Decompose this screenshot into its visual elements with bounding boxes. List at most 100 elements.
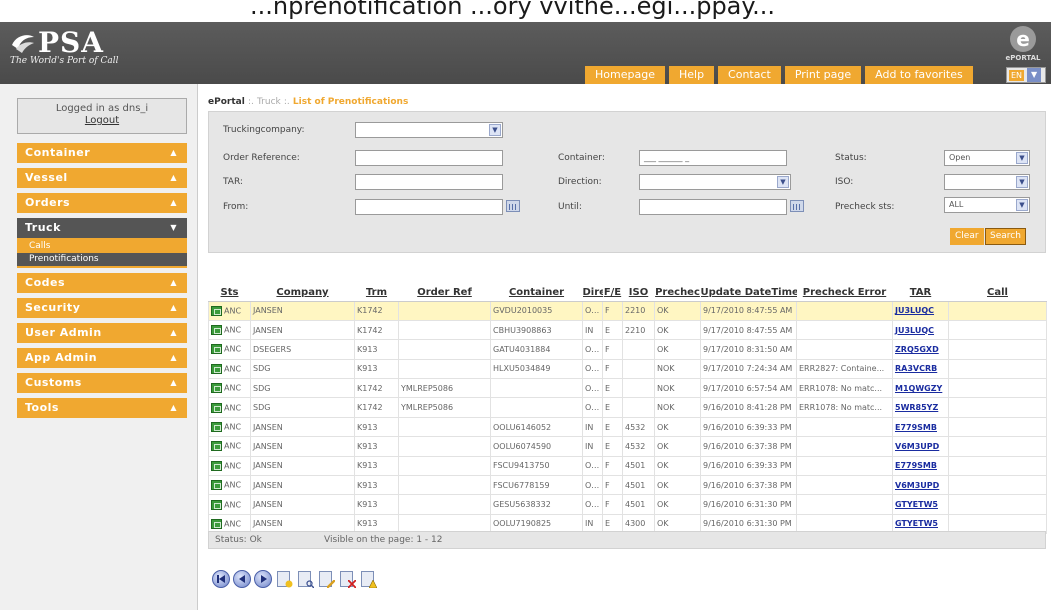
container-input[interactable]: ___ ______ _ bbox=[639, 150, 787, 166]
table-cell: 4532 bbox=[622, 416, 655, 438]
table-cell[interactable]: E779SMB bbox=[892, 416, 949, 438]
table-cell bbox=[948, 300, 1047, 321]
precheck-status-select[interactable]: ALL ▼ bbox=[944, 197, 1030, 213]
column-header-f-e[interactable]: F/E bbox=[602, 284, 623, 302]
sidebar-item-container[interactable]: Container ▲ bbox=[17, 143, 187, 163]
sidebar-item-app-admin[interactable]: App Admin ▲ bbox=[17, 348, 187, 368]
order-reference-input[interactable] bbox=[355, 150, 503, 166]
column-header-precheck-error[interactable]: Precheck Error bbox=[796, 284, 893, 302]
first-page-icon[interactable] bbox=[212, 570, 230, 588]
column-header-company[interactable]: Company bbox=[250, 284, 355, 302]
tar-label: TAR: bbox=[223, 177, 243, 187]
sidebar-item-user-admin[interactable]: User Admin ▲ bbox=[17, 323, 187, 343]
table-cell: F bbox=[602, 300, 623, 321]
submenu-item-calls[interactable]: Calls bbox=[17, 240, 187, 253]
warning-record-icon[interactable] bbox=[359, 570, 377, 588]
sidebar-item-truck[interactable]: Truck ▼ bbox=[17, 218, 187, 238]
table-cell[interactable]: JU3LUQC bbox=[892, 319, 949, 341]
logout-link[interactable]: Logout bbox=[18, 115, 186, 126]
table-row[interactable]: ANC JANSEN K913 FSCU9413750 OUT F 4501 OK 9/16/2… bbox=[208, 455, 1047, 477]
column-header-dire[interactable]: Dire bbox=[582, 284, 603, 302]
table-cell: E bbox=[602, 416, 623, 438]
table-row[interactable]: ANC JANSEN K1742 GVDU2010035 OUT F 2210 OK 9/17/… bbox=[208, 300, 1047, 321]
tar-input[interactable] bbox=[355, 174, 503, 190]
table-cell[interactable]: M1QWGZY bbox=[892, 378, 949, 399]
column-header-sts[interactable]: Sts bbox=[208, 284, 251, 302]
table-row[interactable]: ANC SDG K1742 YMLREP5086 OUT E NOK 9/16/2010 8:… bbox=[208, 397, 1047, 418]
from-date-input[interactable] bbox=[355, 199, 503, 215]
table-cell[interactable]: JU3LUQC bbox=[892, 300, 949, 321]
table-cell: 9/16/2010 6:37:38 PM bbox=[700, 475, 797, 496]
nav-help[interactable]: Help bbox=[668, 66, 715, 84]
table-cell: NOK bbox=[654, 397, 701, 418]
view-record-icon[interactable] bbox=[296, 570, 314, 588]
sidebar-item-codes[interactable]: Codes ▲ bbox=[17, 273, 187, 293]
status-code: ANC bbox=[224, 325, 242, 335]
column-header-call[interactable]: Call bbox=[948, 284, 1047, 302]
table-row[interactable]: ANC JANSEN K1742 CBHU3908863 IN E 2210 OK 9/17/2… bbox=[208, 319, 1047, 341]
column-header-order-ref[interactable]: Order Ref bbox=[398, 284, 491, 302]
previous-page-icon[interactable] bbox=[233, 570, 251, 588]
table-cell[interactable]: E779SMB bbox=[892, 455, 949, 477]
submenu-item-prenotifications[interactable]: Prenotifications bbox=[17, 253, 187, 266]
header: PSA The World's Port of Call e ePORTAL H… bbox=[0, 22, 1051, 84]
table-cell: 9/17/2010 8:47:55 AM bbox=[700, 300, 797, 321]
table-cell[interactable]: ZRQ5GXD bbox=[892, 339, 949, 360]
table-cell bbox=[948, 494, 1047, 515]
table-row[interactable]: ANC JANSEN K913 OOLU6146052 IN E 4532 OK 9/16/20… bbox=[208, 416, 1047, 438]
filter-panel: Truckingcompany: ▼ Order Reference: Cont… bbox=[208, 111, 1046, 253]
psa-logo[interactable]: PSA The World's Port of Call bbox=[10, 26, 118, 66]
column-header-container[interactable]: Container bbox=[490, 284, 583, 302]
table-cell[interactable]: RA3VCRB bbox=[892, 358, 949, 380]
precheck-status-label: Precheck sts: bbox=[835, 202, 895, 212]
login-box: Logged in as dns_i Logout bbox=[17, 98, 187, 134]
truckingcompany-select[interactable]: ▼ bbox=[355, 122, 503, 138]
table-row[interactable]: ANC JANSEN K913 FSCU6778159 OUT F 4501 OK 9/16/2… bbox=[208, 475, 1047, 496]
warning-triangle-icon bbox=[369, 580, 377, 588]
calendar-icon[interactable] bbox=[506, 200, 520, 212]
status-label: Status: bbox=[835, 153, 867, 163]
table-cell[interactable]: GTYETW5 bbox=[892, 494, 949, 515]
column-header-update-datetime[interactable]: Update DateTime bbox=[700, 284, 797, 302]
sidebar-item-tools[interactable]: Tools ▲ bbox=[17, 398, 187, 418]
nav-add-to-favorites[interactable]: Add to favorites bbox=[865, 66, 973, 84]
logged-in-label: Logged in as dns_i bbox=[55, 103, 149, 114]
table-cell: ANC bbox=[208, 475, 251, 496]
sidebar-item-label: Truck bbox=[25, 221, 61, 234]
delete-record-icon[interactable] bbox=[338, 570, 356, 588]
clear-button[interactable]: Clear bbox=[950, 228, 984, 245]
status-text: Status: Ok bbox=[215, 535, 262, 545]
table-cell[interactable]: V6M3UPD bbox=[892, 475, 949, 496]
sidebar-item-orders[interactable]: Orders ▲ bbox=[17, 193, 187, 213]
column-header-trm[interactable]: Trm bbox=[354, 284, 399, 302]
language-select[interactable]: EN ▼ bbox=[1006, 67, 1046, 83]
table-row[interactable]: ANC DSEGERS K913 GATU4031884 OUT F OK 9/17/2010… bbox=[208, 339, 1047, 360]
table-row[interactable]: ANC SDG K913 HLXU5034849 OUT F NOK 9/17/2010 7:… bbox=[208, 358, 1047, 380]
search-button[interactable]: Search bbox=[985, 228, 1026, 245]
table-cell[interactable]: 5WR85YZ bbox=[892, 397, 949, 418]
direction-select[interactable]: ▼ bbox=[639, 174, 791, 190]
table-row[interactable]: ANC SDG K1742 YMLREP5086 OUT E NOK 9/17/2010 6:… bbox=[208, 378, 1047, 399]
iso-select[interactable]: ▼ bbox=[944, 174, 1030, 190]
table-cell bbox=[622, 358, 655, 380]
table-cell[interactable]: V6M3UPD bbox=[892, 436, 949, 457]
table-row[interactable]: ANC JANSEN K913 OOLU6074590 IN E 4532 OK 9/16/20… bbox=[208, 436, 1047, 457]
sidebar-item-security[interactable]: Security ▲ bbox=[17, 298, 187, 318]
breadcrumb-root[interactable]: ePortal bbox=[208, 97, 245, 107]
column-header-prechec[interactable]: Prechec bbox=[654, 284, 701, 302]
breadcrumb-truck[interactable]: Truck bbox=[257, 97, 281, 107]
until-date-input[interactable] bbox=[639, 199, 787, 215]
nav-contact[interactable]: Contact bbox=[718, 66, 781, 84]
next-page-icon[interactable] bbox=[254, 570, 272, 588]
sidebar-item-vessel[interactable]: Vessel ▲ bbox=[17, 168, 187, 188]
column-header-tar[interactable]: TAR bbox=[892, 284, 949, 302]
calendar-icon[interactable] bbox=[790, 200, 804, 212]
column-header-iso[interactable]: ISO bbox=[622, 284, 655, 302]
edit-record-icon[interactable] bbox=[317, 570, 335, 588]
table-row[interactable]: ANC JANSEN K913 GESU5638332 OUT F 4501 OK 9/16/2… bbox=[208, 494, 1047, 515]
nav-print-page[interactable]: Print page bbox=[784, 66, 862, 84]
new-record-icon[interactable] bbox=[275, 570, 293, 588]
status-select[interactable]: Open ▼ bbox=[944, 150, 1030, 166]
sidebar-item-customs[interactable]: Customs ▲ bbox=[17, 373, 187, 393]
nav-homepage[interactable]: Homepage bbox=[585, 66, 665, 84]
